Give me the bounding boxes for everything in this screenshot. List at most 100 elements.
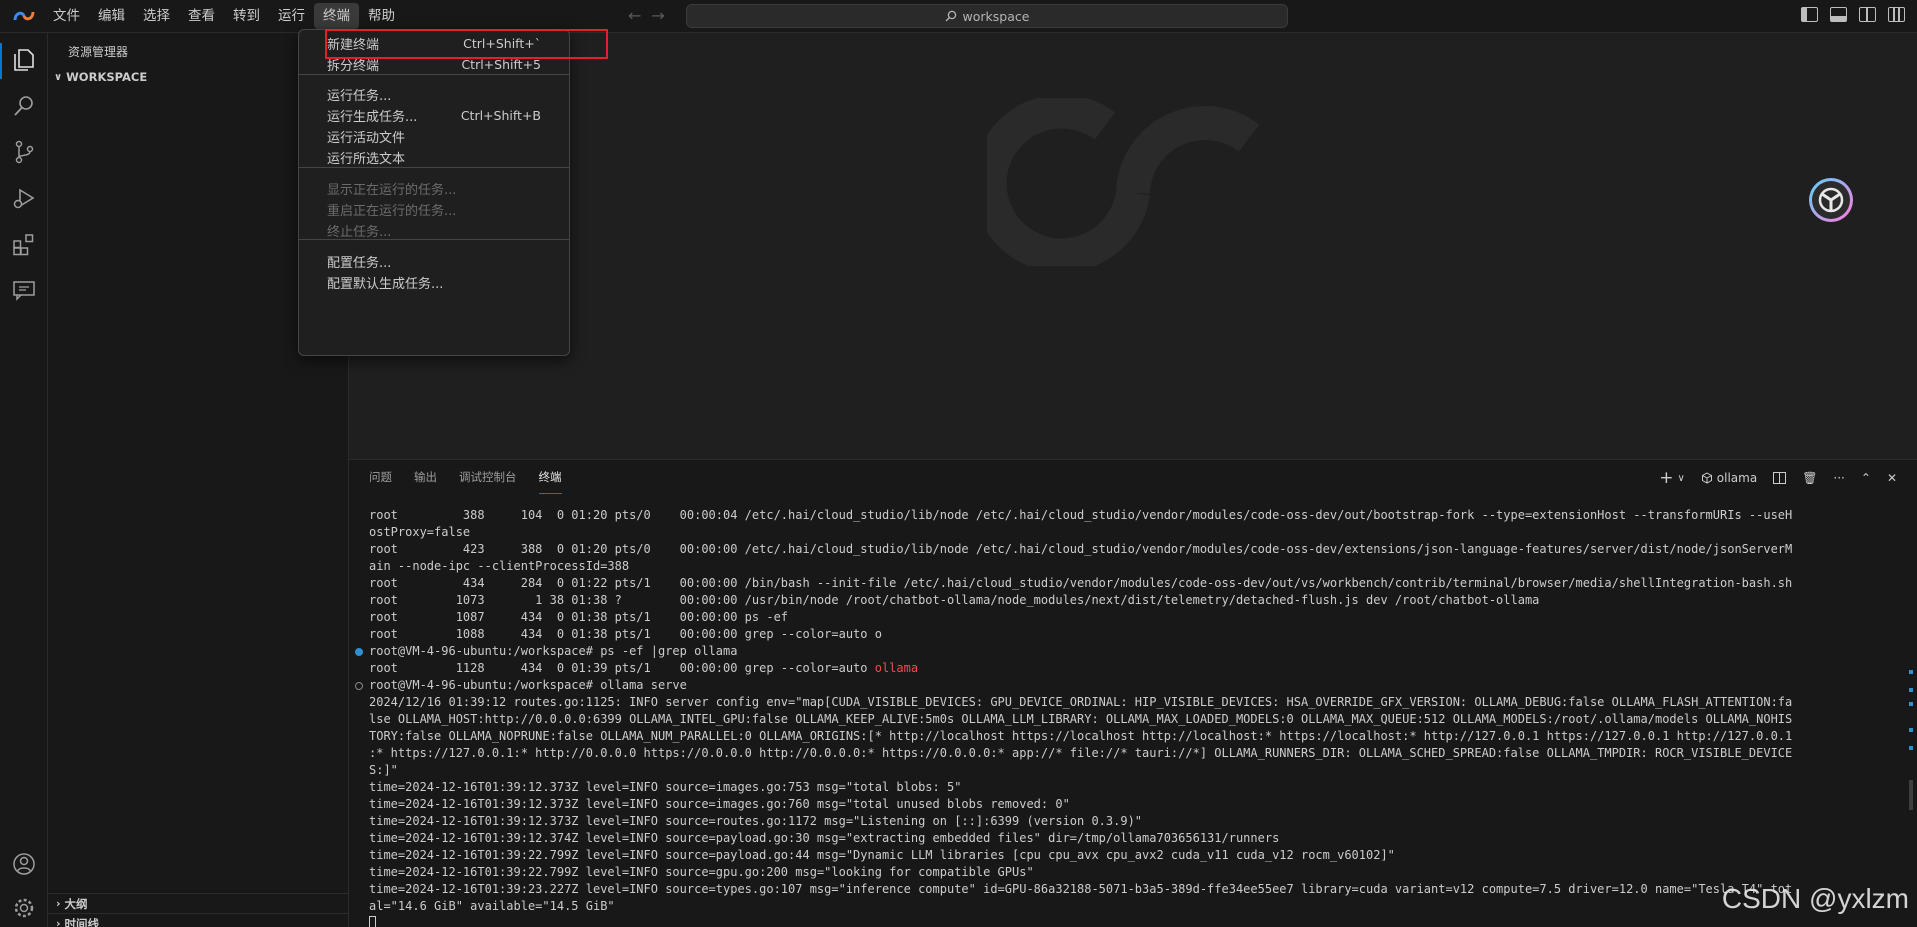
terminal-menu-item[interactable]: 运行所选文本 — [303, 145, 565, 169]
command-center-search[interactable]: workspace — [686, 4, 1288, 28]
kill-terminal-trash-icon[interactable]: 🗑 — [1802, 471, 1817, 485]
terminal-line: S:]" — [369, 762, 1859, 779]
terminal-line: root 1088 434 0 01:38 pts/1 00:00:00 gre… — [369, 626, 1859, 643]
panel-tab-0[interactable]: 问题 — [369, 460, 392, 494]
run-debug-icon[interactable] — [11, 185, 37, 211]
menu-item-shortcut: Ctrl+Shift+B — [460, 107, 541, 123]
terminal-menu-dropdown: 新建终端 Ctrl+Shift+` 拆分终端 Ctrl+Shift+5 运行任务... 运… — [298, 29, 570, 356]
menu-separator — [299, 167, 569, 168]
workspace-folder-header[interactable]: ∨ WORKSPACE — [54, 70, 147, 84]
terminal-line: time=2024-12-16T01:39:12.374Z level=INFO… — [369, 830, 1859, 847]
terminal-cube-icon — [1701, 472, 1712, 484]
terminal-line-text: al="14.6 GiB" available="14.5 GiB" — [369, 899, 615, 913]
maximize-panel-chevron-up-icon[interactable]: ⌃ — [1861, 471, 1871, 485]
panel-tabs: 问题 输出 调试控制台 终端 — [369, 460, 562, 494]
back-arrow-icon[interactable]: ← — [628, 6, 641, 25]
terminal-line-text: root 423 388 0 01:20 pts/0 00:00:00 /etc… — [369, 542, 1793, 556]
terminal-line: lse OLLAMA_HOST:http://0.0.0.0:6399 OLLA… — [369, 711, 1859, 728]
menu-1[interactable]: 编辑 — [89, 0, 134, 33]
chevron-down-icon: ∨ — [54, 71, 63, 83]
terminal-line-text: lse OLLAMA_HOST:http://0.0.0.0:6399 OLLA… — [369, 712, 1793, 726]
terminal-line-text: ain --node-ipc --clientProcessId=388 — [369, 559, 630, 573]
menu-3[interactable]: 查看 — [179, 0, 224, 33]
toggle-secondary-sidebar-icon[interactable] — [1859, 7, 1876, 22]
outline-section-header[interactable]: › 大纲 — [48, 893, 349, 913]
terminal-line-text: ostProxy=false — [369, 525, 471, 539]
terminal-line-text: 2024/12/16 01:39:12 routes.go:1125: INFO… — [369, 695, 1793, 709]
forward-arrow-icon[interactable]: → — [651, 6, 664, 25]
terminal-output[interactable]: root 388 104 0 01:20 pts/0 00:00:04 /etc… — [355, 507, 1859, 927]
terminal-line-text: :* https://127.0.0.1:* http://0.0.0.0 ht… — [369, 746, 1793, 760]
terminal-line-text: root 1128 434 0 01:39 pts/1 00:00:00 gre… — [369, 661, 875, 675]
extensions-icon[interactable] — [11, 231, 37, 257]
terminal-line: root 434 284 0 01:22 pts/1 00:00:00 /bin… — [369, 575, 1859, 592]
terminal-line-text: TORY:false OLLAMA_NOPRUNE:false OLLAMA_N… — [369, 729, 1793, 743]
terminal-scrollbar[interactable] — [1909, 670, 1913, 810]
terminal-line: ostProxy=false — [369, 524, 1859, 541]
terminal-line: root 1128 434 0 01:39 pts/1 00:00:00 gre… — [369, 660, 1859, 677]
terminal-name: ollama — [1716, 471, 1758, 485]
terminal-dropdown-chevron-icon[interactable]: ∨ — [1677, 473, 1684, 484]
terminal-line-text: root 1087 434 0 01:38 pts/1 00:00:00 ps … — [369, 610, 789, 624]
settings-gear-icon[interactable] — [11, 895, 37, 921]
terminal-line: TORY:false OLLAMA_NOPRUNE:false OLLAMA_N… — [369, 728, 1859, 745]
menu-item-label: 显示正在运行的任务... — [327, 182, 457, 198]
menu-4[interactable]: 转到 — [224, 0, 269, 33]
customize-layout-icon[interactable] — [1888, 7, 1905, 22]
terminal-instance[interactable]: ollama — [1701, 471, 1757, 485]
terminal-line-text: root 434 284 0 01:22 pts/1 00:00:00 /bin… — [369, 576, 1793, 590]
terminal-menu-item[interactable]: 配置默认生成任务... — [303, 270, 565, 294]
split-terminal-icon[interactable] — [1773, 472, 1787, 484]
title-bar: 文件 编辑 选择 查看 转到 运行 终端 帮助 ← → workspace — [0, 0, 1917, 33]
command-running-decoration-icon[interactable] — [355, 682, 363, 690]
search-icon[interactable] — [11, 93, 37, 119]
toggle-panel-icon[interactable] — [1830, 7, 1847, 22]
close-panel-icon[interactable]: ✕ — [1887, 471, 1897, 485]
menu-6[interactable]: 终端 — [314, 3, 359, 29]
terminal-line-text: root@VM-4-96-ubuntu:/workspace# ps -ef |… — [369, 644, 738, 658]
new-terminal-plus-icon[interactable]: + — [1659, 468, 1673, 488]
menu-0[interactable]: 文件 — [44, 0, 89, 33]
more-actions-icon[interactable]: ··· — [1833, 471, 1844, 485]
chevron-right-icon: › — [56, 917, 61, 927]
menu-item-label: 运行活动文件 — [327, 130, 406, 146]
terminal-line-text: time=2024-12-16T01:39:12.373Z level=INFO… — [369, 814, 1143, 828]
workspace-label: WORKSPACE — [66, 70, 148, 84]
account-icon[interactable] — [11, 851, 37, 877]
explorer-icon[interactable] — [11, 47, 37, 73]
terminal-line: time=2024-12-16T01:39:12.373Z level=INFO… — [369, 813, 1859, 830]
search-text: workspace — [962, 8, 1030, 24]
activity-bar — [0, 33, 48, 927]
panel-tab-2[interactable]: 调试控制台 — [459, 460, 517, 494]
remote-explorer-icon[interactable] — [11, 277, 37, 303]
terminal-line-text: time=2024-12-16T01:39:22.799Z level=INFO… — [369, 865, 1034, 879]
menu-item-label: 配置任务... — [327, 255, 392, 271]
bottom-panel: 问题 输出 调试控制台 终端 + ∨ ollama 🗑 ··· ⌃ ✕ root 38… — [349, 459, 1917, 927]
terminal-line: al="14.6 GiB" available="14.5 GiB" — [369, 898, 1859, 915]
grep-match-highlight: ollama — [874, 661, 919, 675]
toggle-primary-sidebar-icon[interactable] — [1801, 7, 1818, 22]
terminal-line-text: time=2024-12-16T01:39:22.799Z level=INFO… — [369, 848, 1395, 862]
terminal-line-text: time=2024-12-16T01:39:12.373Z level=INFO… — [369, 797, 1070, 811]
ai-assistant-icon[interactable] — [1807, 176, 1855, 224]
source-control-icon[interactable] — [11, 139, 37, 165]
chevron-right-icon: › — [56, 897, 61, 910]
terminal-line: root@VM-4-96-ubuntu:/workspace# ollama s… — [355, 677, 1859, 694]
panel-tab-3[interactable]: 终端 — [538, 460, 562, 494]
terminal-line: time=2024-12-16T01:39:22.799Z level=INFO… — [369, 864, 1859, 881]
menu-2[interactable]: 选择 — [134, 0, 179, 33]
editor-area — [349, 33, 1917, 459]
cloud-studio-watermark-logo — [987, 98, 1260, 266]
panel-tab-1[interactable]: 输出 — [414, 460, 437, 494]
menu-item-label: 运行任务... — [327, 88, 392, 104]
timeline-section-header[interactable]: › 时间线 — [48, 913, 349, 927]
terminal-line: root 1087 434 0 01:38 pts/1 00:00:00 ps … — [369, 609, 1859, 626]
terminal-line: :* https://127.0.0.1:* http://0.0.0.0 ht… — [369, 745, 1859, 762]
terminal-line-text: time=2024-12-16T01:39:12.374Z level=INFO… — [369, 831, 1280, 845]
terminal-line: root 388 104 0 01:20 pts/0 00:00:04 /etc… — [369, 507, 1859, 524]
timeline-label: 时间线 — [64, 916, 100, 927]
nav-arrows: ← → — [628, 6, 665, 25]
layout-controls — [1801, 7, 1905, 22]
menu-item-label: 重启正在运行的任务... — [327, 203, 457, 219]
command-success-decoration-icon[interactable] — [355, 648, 363, 656]
